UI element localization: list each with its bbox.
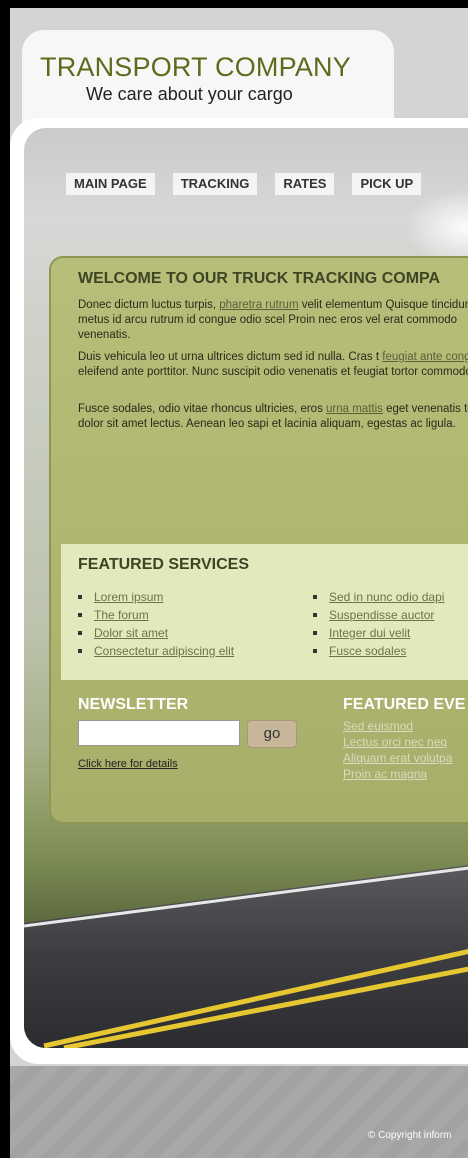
list-item: Sed euismod: [343, 718, 452, 734]
event-link[interactable]: Sed euismod: [343, 719, 413, 733]
feugiat-ante-congue-link[interactable]: feugiat ante congue: [382, 351, 468, 363]
site-title[interactable]: TRANSPORT COMPANY: [40, 52, 351, 83]
list-item: Lorem ipsum: [78, 588, 234, 606]
service-link[interactable]: Dolor sit amet: [94, 626, 168, 640]
service-link[interactable]: Consectetur adipiscing elit: [94, 644, 234, 658]
list-item: Lectus orci nec neq: [343, 734, 452, 750]
content-panel: WELCOME TO OUR TRUCK TRACKING COMPA Done…: [49, 256, 468, 824]
service-link[interactable]: Suspendisse auctor: [329, 608, 434, 622]
event-link[interactable]: Lectus orci nec neq: [343, 735, 447, 749]
urna-mattis-link[interactable]: urna mattis: [326, 403, 383, 415]
nav-pick-up[interactable]: PICK UP: [352, 173, 422, 195]
page: TRANSPORT COMPANY We care about your car…: [10, 8, 468, 1158]
newsletter-go-button[interactable]: go: [247, 720, 297, 748]
list-item: Dolor sit amet: [78, 624, 234, 642]
main-nav: MAIN PAGE TRACKING RATES PICK UP: [66, 173, 422, 195]
site-tagline: We care about your cargo: [86, 84, 293, 104]
list-item: Sed in nunc odio dapi: [313, 588, 444, 606]
services-list-1: Lorem ipsum The forum Dolor sit amet Con…: [78, 588, 234, 660]
service-link[interactable]: Sed in nunc odio dapi: [329, 590, 444, 604]
newsletter-email-input[interactable]: [78, 720, 240, 746]
services-list-2: Sed in nunc odio dapi Suspendisse auctor…: [313, 588, 444, 660]
welcome-paragraph-3: Fusce sodales, odio vitae rhoncus ultric…: [78, 402, 468, 432]
newsletter-title: NEWSLETTER: [78, 696, 189, 713]
copyright-text: © Copyright inform: [368, 1130, 452, 1141]
welcome-paragraph-1: Donec dictum luctus turpis, pharetra rut…: [78, 298, 468, 343]
list-item: Integer dui velit: [313, 624, 444, 642]
nav-tracking[interactable]: TRACKING: [172, 173, 258, 195]
service-link[interactable]: Lorem ipsum: [94, 590, 163, 604]
paragraph-text: Donec dictum luctus turpis,: [78, 299, 220, 311]
featured-events-title: FEATURED EVE: [343, 696, 466, 713]
newsletter-details-link[interactable]: Click here for details: [78, 758, 178, 770]
service-link[interactable]: The forum: [94, 608, 149, 622]
featured-services: FEATURED SERVICES Lorem ipsum The forum …: [61, 544, 468, 680]
featured-services-title: FEATURED SERVICES: [78, 556, 249, 573]
list-item: Aliquam erat volutpa: [343, 750, 452, 766]
event-link[interactable]: Aliquam erat volutpa: [343, 751, 452, 765]
paragraph-text: Fusce sodales, odio vitae rhoncus ultric…: [78, 403, 327, 415]
footer: [10, 1066, 468, 1158]
list-item: Proin ac magna: [343, 766, 452, 782]
welcome-title: WELCOME TO OUR TRUCK TRACKING COMPA: [78, 270, 441, 287]
pharetra-rutrum-link[interactable]: pharetra rutrum: [219, 299, 298, 311]
list-item: Suspendisse auctor: [313, 606, 444, 624]
featured-events-list: Sed euismod Lectus orci nec neq Aliquam …: [343, 718, 452, 782]
list-item: Consectetur adipiscing elit: [78, 642, 234, 660]
nav-main-page[interactable]: MAIN PAGE: [66, 173, 155, 195]
service-link[interactable]: Fusce sodales: [329, 644, 406, 658]
welcome-paragraph-2: Duis vehicula leo ut urna ultrices dictu…: [78, 350, 468, 380]
event-link[interactable]: Proin ac magna: [343, 767, 427, 781]
paragraph-text: Duis vehicula leo ut urna ultrices dictu…: [78, 351, 383, 363]
list-item: The forum: [78, 606, 234, 624]
list-item: Fusce sodales: [313, 642, 444, 660]
nav-rates[interactable]: RATES: [275, 173, 335, 195]
service-link[interactable]: Integer dui velit: [329, 626, 410, 640]
